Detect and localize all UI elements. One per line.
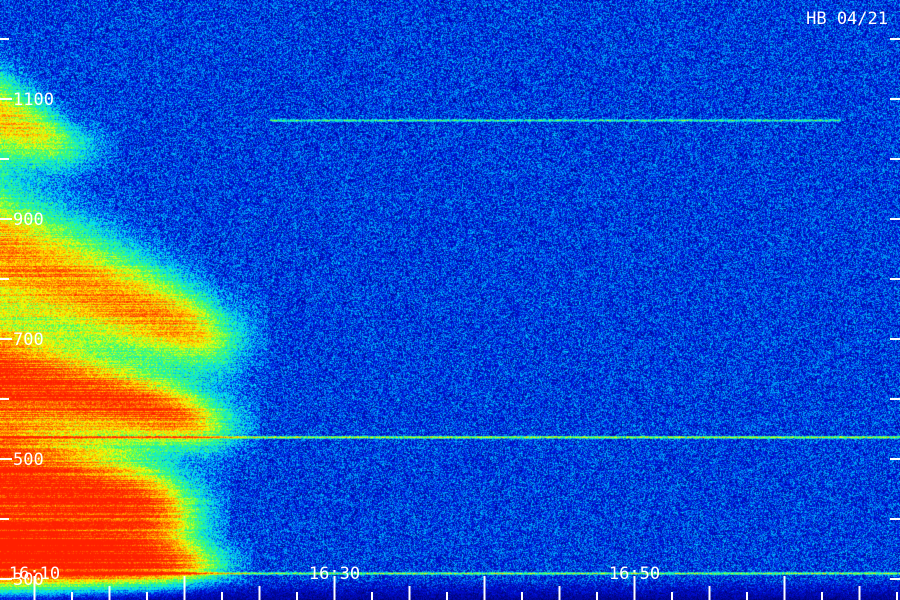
x-tick-labels: 16:10 16:30 16:50 [9,564,660,584]
y-tick-label: 900 [13,210,44,230]
y-tick-label: 700 [13,330,44,350]
y-tick-label: 300 [13,570,44,590]
x-tick-label: 16:50 [609,564,660,584]
tick-marks [0,38,900,600]
y-tick-label: 1100 [13,90,54,110]
y-tick-label: 500 [13,450,44,470]
x-tick-label: 16:30 [309,564,360,584]
spectrogram-overlay: 16:10 16:30 16:50 3005007009001100 HB 04/2… [0,9,900,600]
corner-label: HB 04/21 [806,9,888,29]
y-tick-labels: 300 500 700 900 1100 [13,90,54,590]
